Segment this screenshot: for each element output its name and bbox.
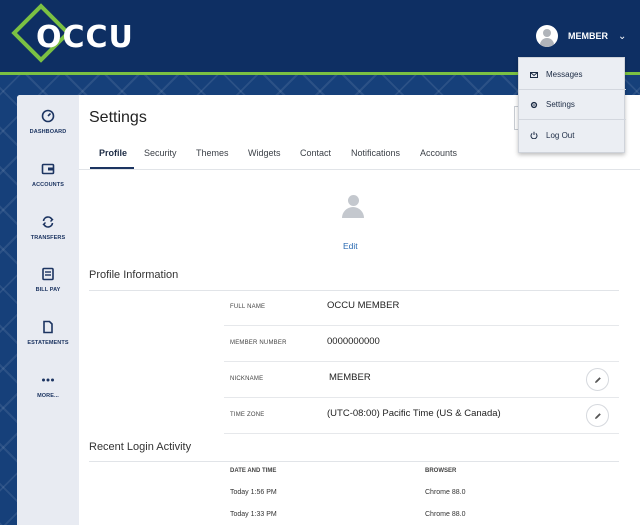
login-date-cell: Today 1:56 PM <box>230 489 277 496</box>
active-tab-indicator <box>90 167 134 169</box>
logo-text: OCCU <box>36 20 134 55</box>
nav-label-estatements: ESTATEMENTS <box>27 340 69 346</box>
wallet-icon <box>41 163 55 175</box>
edit-time-zone-button[interactable] <box>586 404 609 427</box>
tab-notifications[interactable]: Notifications <box>351 148 400 158</box>
column-browser: BROWSER <box>425 468 457 474</box>
full-name-value: OCCU MEMBER <box>327 300 400 311</box>
edit-photo-link[interactable]: Edit <box>343 241 358 251</box>
transfer-icon <box>42 216 54 228</box>
tab-widgets[interactable]: Widgets <box>248 148 281 158</box>
nav-item-bill-pay[interactable]: BILL PAY <box>17 265 79 305</box>
gear-icon <box>530 101 538 108</box>
occu-logo[interactable]: OCCU <box>11 3 134 68</box>
menu-label-messages: Messages <box>546 70 583 79</box>
nav-label-dashboard: DASHBOARD <box>29 129 67 135</box>
user-name: MEMBER <box>568 31 608 41</box>
bill-icon <box>42 267 54 281</box>
member-number-value: 0000000000 <box>327 336 380 347</box>
user-menu-toggle[interactable]: MEMBER ⌄ <box>536 24 626 48</box>
login-browser-cell: Chrome 88.0 <box>425 511 466 518</box>
menu-label-settings: Settings <box>546 100 575 109</box>
nav-item-transfers[interactable]: TRANSFERS <box>17 213 79 253</box>
nav-item-estatements[interactable]: ESTATEMENTS <box>17 318 79 358</box>
column-date-time: DATE AND TIME <box>230 468 277 474</box>
user-dropdown-menu: Messages Settings Log Out <box>518 57 626 153</box>
nickname-label: NICKNAME <box>230 376 264 382</box>
nav-label-transfers: TRANSFERS <box>30 235 66 241</box>
page-title: Settings <box>89 109 147 126</box>
content-panel: DASHBOARD ACCOUNTS TRANSFERS BILL PAY ES… <box>17 95 640 525</box>
row-time-zone: TIME ZONE (UTC-08:00) Pacific Time (US &… <box>224 398 619 434</box>
nav-item-accounts[interactable]: ACCOUNTS <box>17 160 79 200</box>
pencil-icon <box>594 412 601 419</box>
edit-nickname-button[interactable] <box>586 368 609 391</box>
login-date-cell: Today 1:33 PM <box>230 511 277 518</box>
menu-label-log-out: Log Out <box>546 130 575 140</box>
row-nickname: NICKNAME MEMBER <box>224 362 619 398</box>
nav-label-bill-pay: BILL PAY <box>35 287 61 293</box>
gauge-icon <box>41 109 55 123</box>
divider <box>89 461 619 462</box>
mail-icon <box>530 71 538 78</box>
avatar <box>536 25 558 47</box>
document-icon <box>43 320 53 334</box>
menu-item-log-out[interactable]: Log Out <box>519 120 626 150</box>
full-name-label: FULL NAME <box>230 304 266 310</box>
tab-security[interactable]: Security <box>144 148 177 158</box>
login-browser-cell: Chrome 88.0 <box>425 489 466 496</box>
time-zone-value: (UTC-08:00) Pacific Time (US & Canada) <box>327 408 501 419</box>
menu-item-settings[interactable]: Settings <box>519 90 626 120</box>
tab-contact[interactable]: Contact <box>300 148 331 158</box>
tab-accounts[interactable]: Accounts <box>420 148 457 158</box>
nav-label-more: MORE... <box>37 393 59 399</box>
menu-item-messages[interactable]: Messages <box>519 60 626 90</box>
nickname-value: MEMBER <box>329 372 371 383</box>
row-member-number: MEMBER NUMBER 0000000000 <box>224 326 619 362</box>
row-full-name: FULL NAME OCCU MEMBER <box>224 290 619 326</box>
pencil-icon <box>594 376 601 383</box>
nav-item-dashboard[interactable]: DASHBOARD <box>17 107 79 147</box>
profile-info-heading: Profile Information <box>89 269 179 281</box>
chevron-down-icon: ⌄ <box>618 30 627 42</box>
nav-item-more[interactable]: MORE... <box>17 371 79 411</box>
time-zone-label: TIME ZONE <box>230 412 265 418</box>
login-activity-heading: Recent Login Activity <box>89 441 192 453</box>
more-icon <box>42 378 54 382</box>
settings-main: Settings Profile Security Themes Widgets… <box>79 95 640 525</box>
member-number-label: MEMBER NUMBER <box>230 340 287 346</box>
profile-avatar <box>340 195 366 221</box>
nav-label-accounts: ACCOUNTS <box>32 182 64 188</box>
tab-themes[interactable]: Themes <box>196 148 229 158</box>
side-navigation: DASHBOARD ACCOUNTS TRANSFERS BILL PAY ES… <box>17 95 79 525</box>
tab-profile[interactable]: Profile <box>99 148 127 158</box>
power-icon <box>530 131 538 139</box>
